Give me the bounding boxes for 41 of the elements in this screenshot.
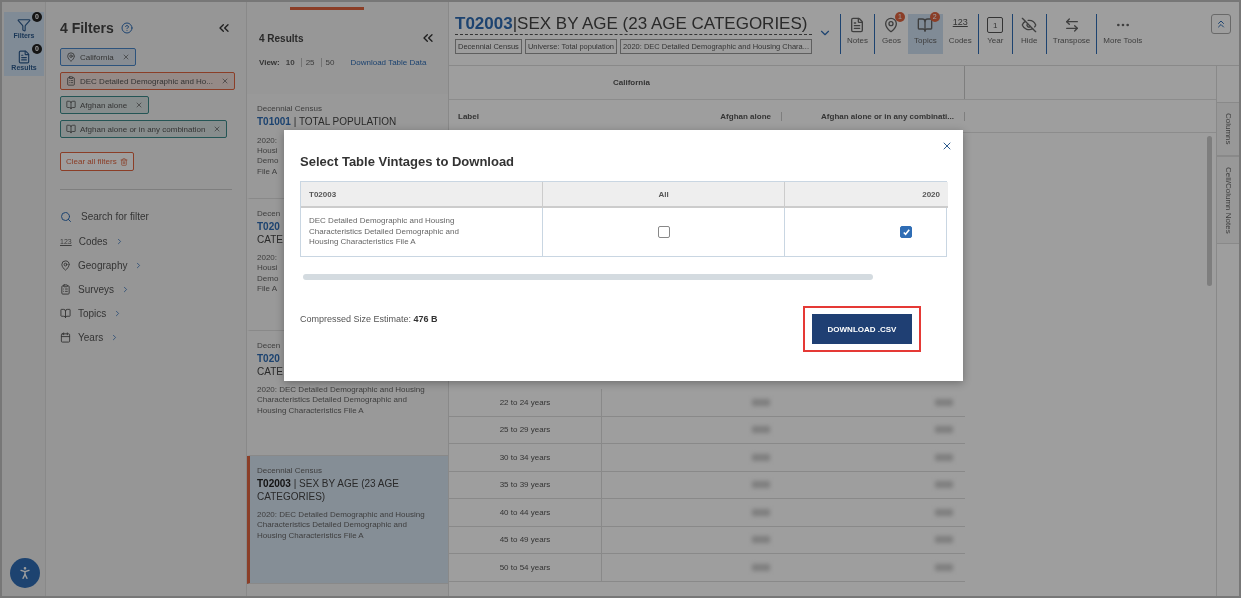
panel-title: 4 Filters: [60, 20, 114, 36]
survey-label: Decennial Census: [257, 104, 323, 113]
survey-label: Decennial Census: [257, 466, 323, 475]
description-fragment: 2020:: [257, 253, 278, 264]
size-estimate: Compressed Size Estimate: 476 B: [300, 314, 438, 324]
label-header: Label: [457, 111, 480, 121]
column-header: Afghan alone or in any combinati...: [782, 111, 965, 121]
codes-icon: 123: [952, 17, 968, 33]
result-title: T020 CATE: [257, 353, 283, 378]
survey-label: Decen: [257, 209, 282, 218]
dialog-title: Select Table Vintages to Download: [300, 154, 516, 169]
column-header: Afghan alone: [602, 111, 782, 121]
row-label: 35 to 39 years: [449, 471, 602, 499]
description-fragment: Housi: [257, 145, 278, 157]
view-label: View:: [259, 58, 280, 67]
result-title: T02003 | SEX BY AGE (23 AGE CATEGORIES): [257, 478, 400, 503]
description-fragment: Demo: [257, 273, 279, 285]
column-header: 2020: [784, 182, 948, 208]
calendar-icon: 1: [987, 17, 1004, 33]
row-label: 45 to 49 years: [449, 526, 602, 554]
table-description: 2020: DEC Detailed Demographic and Housing Characteristics Detailed Demographic and Housing Characteristics File A: [257, 385, 426, 417]
vintage-label: DEC Detailed Demographic and Housing Characteristics Detailed Demographic and Housing Characteristics File A: [309, 216, 460, 248]
column-header: T02003: [301, 182, 542, 208]
row-label: 30 to 34 years: [449, 444, 602, 472]
survey-label: Decen: [257, 341, 282, 350]
row-label: 22 to 24 years: [449, 389, 602, 417]
panel-title: 4 Results: [259, 32, 304, 44]
result-title: T020 CATE: [257, 221, 283, 246]
result-title: T01001 | TOTAL POPULATION: [257, 116, 397, 129]
description-fragment: Housi: [257, 263, 278, 274]
column-header: All: [542, 182, 784, 208]
table-description: 2020: DEC Detailed Demographic and Housing Characteristics Detailed Demographic and Housing Characteristics File A: [257, 510, 426, 542]
geography-header: California: [602, 66, 965, 99]
description-fragment: File A: [257, 166, 277, 178]
row-label: 40 to 44 years: [449, 499, 602, 527]
description-fragment: Demo: [257, 156, 279, 167]
table-title: |SEX BY AGE (23 AGE CATEGORIES): [512, 14, 808, 34]
description-fragment: 2020:: [257, 135, 278, 146]
description-fragment: File A: [257, 284, 277, 295]
row-label: 25 to 29 years: [449, 416, 602, 444]
row-label: 50 to 54 years: [449, 554, 602, 582]
